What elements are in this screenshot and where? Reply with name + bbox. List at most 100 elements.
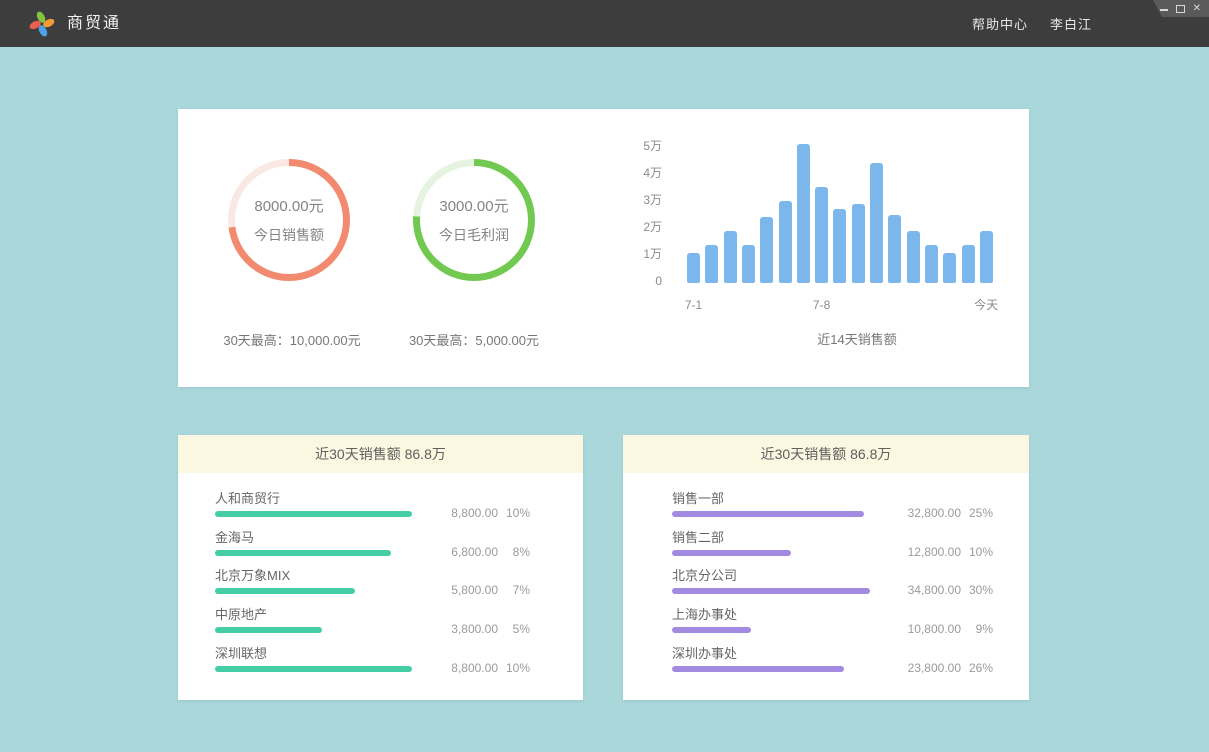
y-tick-label: 3万: [643, 192, 662, 208]
rank-amount: 12,800.00: [908, 545, 961, 559]
rank-values: 12,800.0010%: [908, 545, 993, 559]
x-tick-label: 今天: [974, 298, 998, 312]
sales-bar: [742, 245, 755, 283]
rank-bar: [215, 666, 412, 672]
sales-bar: [760, 217, 773, 283]
ranking-card-title: 近30天销售额 86.8万: [623, 435, 1029, 473]
rank-percent: 8%: [498, 545, 530, 559]
rank-bar: [672, 550, 791, 556]
rank-percent: 5%: [498, 622, 530, 636]
rank-values: 32,800.0025%: [908, 506, 993, 520]
rank-bar: [215, 550, 391, 556]
rank-label: 销售一部: [672, 490, 1029, 507]
rank-label: 销售二部: [672, 529, 1029, 546]
ring-hole: 3000.00元 今日毛利润: [420, 166, 528, 274]
sales-bar: [724, 231, 737, 283]
rank-values: 8,800.0010%: [451, 506, 530, 520]
rank-row: 深圳联想8,800.0010%: [178, 645, 583, 684]
sales-bar: [870, 163, 883, 283]
sales-bar: [833, 209, 846, 283]
department-sales-ranking-card: 近30天销售额 86.8万 销售一部32,800.0025% 销售二部12,800…: [623, 435, 1029, 700]
rank-row: 上海办事处10,800.009%: [623, 606, 1029, 645]
rank-bar: [215, 627, 322, 633]
titlebar: 商贸通 帮助中心 李白江 ✕: [0, 0, 1209, 47]
bar-chart-x-axis: 7-1 7-8 今天: [687, 298, 999, 312]
rank-row: 销售二部12,800.0010%: [623, 529, 1029, 568]
ranking-list: 销售一部32,800.0025%销售二部12,800.0010%北京分公司34,…: [623, 473, 1029, 683]
x-tick-label: 7-8: [813, 298, 830, 312]
sales-bar: [797, 144, 810, 283]
today-profit-ring-chart: 3000.00元 今日毛利润: [413, 159, 535, 281]
sales-bar: [687, 253, 700, 283]
y-tick-label: 5万: [643, 138, 662, 154]
rank-label: 北京万象MIX: [215, 567, 583, 584]
rank-row: 北京万象MIX5,800.007%: [178, 567, 583, 606]
user-name-menu[interactable]: 李白江: [1050, 14, 1092, 33]
customer-sales-ranking-card: 近30天销售额 86.8万 人和商贸行8,800.0010%金海马6,800.0…: [178, 435, 583, 700]
close-icon[interactable]: ✕: [1193, 4, 1201, 14]
rank-percent: 30%: [961, 583, 993, 597]
window-controls: ✕: [1153, 0, 1209, 17]
rank-percent: 10%: [961, 545, 993, 559]
rank-amount: 6,800.00: [451, 545, 498, 559]
rank-label: 金海马: [215, 529, 583, 546]
ranking-card-title: 近30天销售额 86.8万: [178, 435, 583, 473]
sales-bar: [779, 201, 792, 283]
y-tick-label: 1万: [643, 246, 662, 262]
rank-label: 深圳办事处: [672, 645, 1029, 662]
sales-bar: [815, 187, 828, 283]
rank-percent: 7%: [498, 583, 530, 597]
x-tick-label: 7-1: [685, 298, 702, 312]
rank-percent: 10%: [498, 506, 530, 520]
today-sales-value: 8000.00元: [254, 195, 323, 216]
today-profit-label: 今日毛利润: [439, 225, 509, 245]
app-logo-pinwheel-icon: [28, 10, 56, 38]
rank-row: 北京分公司34,800.0030%: [623, 567, 1029, 606]
app-title: 商贸通: [67, 0, 121, 47]
sales-30d-max-note: 30天最高：10,000.00元: [187, 330, 397, 349]
ring-hole: 8000.00元 今日销售额: [235, 166, 343, 274]
y-tick-label: 0: [655, 273, 662, 289]
rank-percent: 26%: [961, 661, 993, 675]
maximize-icon[interactable]: [1176, 5, 1185, 13]
rank-amount: 10,800.00: [908, 622, 961, 636]
sales-bar: [852, 204, 865, 283]
rank-percent: 9%: [961, 622, 993, 636]
rank-label: 人和商贸行: [215, 490, 583, 507]
bar-chart-plot: [687, 133, 999, 283]
rank-bar: [672, 627, 751, 633]
rank-row: 深圳办事处23,800.0026%: [623, 645, 1029, 684]
rank-label: 中原地产: [215, 606, 583, 623]
bar-chart-title: 近14天销售额: [737, 329, 977, 348]
rank-amount: 34,800.00: [908, 583, 961, 597]
rank-percent: 10%: [498, 661, 530, 675]
rank-amount: 23,800.00: [908, 661, 961, 675]
rank-values: 34,800.0030%: [908, 583, 993, 597]
rank-label: 上海办事处: [672, 606, 1029, 623]
today-profit-value: 3000.00元: [439, 195, 508, 216]
summary-card: 8000.00元 今日销售额 3000.00元 今日毛利润 30天最高：10,0…: [178, 109, 1029, 387]
rank-amount: 32,800.00: [908, 506, 961, 520]
sales-bar: [925, 245, 938, 283]
rank-bar: [215, 588, 355, 594]
rank-values: 6,800.008%: [451, 545, 530, 559]
rank-amount: 8,800.00: [451, 661, 498, 675]
rank-bar: [672, 588, 870, 594]
rank-bar: [672, 666, 844, 672]
rank-values: 5,800.007%: [451, 583, 530, 597]
rank-bar: [215, 511, 412, 517]
rank-label: 北京分公司: [672, 567, 1029, 584]
rank-values: 3,800.005%: [451, 622, 530, 636]
profit-30d-max-note: 30天最高：5,000.00元: [369, 330, 579, 349]
sales-bar: [888, 215, 901, 283]
today-sales-label: 今日销售额: [254, 225, 324, 245]
rank-values: 10,800.009%: [908, 622, 993, 636]
sales-bar: [980, 231, 993, 283]
rank-amount: 8,800.00: [451, 506, 498, 520]
rank-amount: 3,800.00: [451, 622, 498, 636]
minimize-icon[interactable]: [1160, 9, 1168, 11]
sales-bar: [962, 245, 975, 283]
sales-bar: [943, 253, 956, 283]
help-center-link[interactable]: 帮助中心: [972, 14, 1028, 33]
rank-row: 人和商贸行8,800.0010%: [178, 490, 583, 529]
